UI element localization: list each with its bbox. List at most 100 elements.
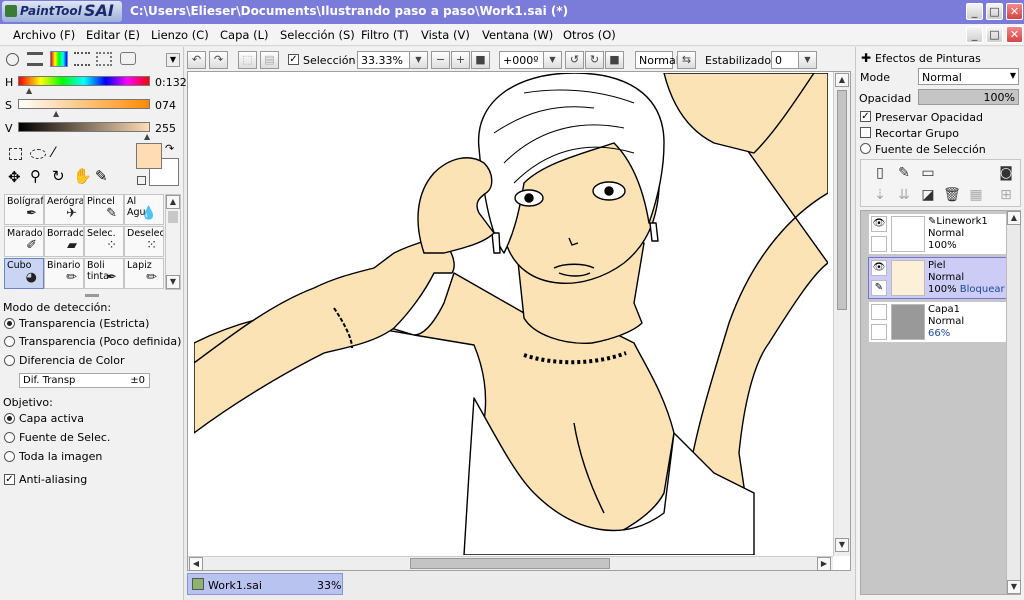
detection-color-label[interactable]: Diferencia de Color: [19, 354, 125, 367]
tool-scroll-thumb[interactable]: [168, 211, 178, 223]
hsv-slider-icon[interactable]: [50, 51, 68, 67]
blend-mode-field[interactable]: Normal: [635, 51, 679, 69]
panel-divider[interactable]: [85, 294, 99, 297]
v-slider[interactable]: [18, 122, 150, 132]
redo-button[interactable]: ↷: [209, 51, 228, 69]
selection-label[interactable]: Selección: [303, 54, 355, 67]
layer-visibility-icon[interactable]: 👁: [871, 216, 887, 232]
rect-select-icon[interactable]: [9, 148, 22, 160]
swatch-icon[interactable]: [74, 52, 90, 66]
tool-marador[interactable]: Marador ✐: [4, 226, 44, 257]
v-slider-thumb[interactable]: ▲: [144, 132, 150, 141]
merge-down-icon[interactable]: ⇊: [895, 186, 913, 204]
target-source-radio[interactable]: [4, 432, 15, 443]
detection-strict-label[interactable]: Transparencia (Estricta): [19, 317, 149, 330]
s-slider-thumb[interactable]: ▲: [53, 109, 59, 118]
layers-scroll-down[interactable]: ▼: [1007, 580, 1021, 594]
tool-scroll-up[interactable]: ▲: [166, 195, 180, 209]
move-icon[interactable]: ✥: [8, 168, 21, 186]
clear-layer-icon[interactable]: ◪: [919, 186, 937, 204]
canvas-area[interactable]: ▲ ▼ ◀ ▶: [187, 71, 851, 571]
tool-binario[interactable]: Binario ✏: [44, 258, 84, 289]
canvas-hscroll-thumb[interactable]: [410, 558, 610, 569]
tool-aerógraf[interactable]: Aerógraf ✈: [44, 194, 84, 225]
tool-borrador[interactable]: Borrador▰: [44, 226, 84, 257]
doc-minimize-button[interactable]: _: [966, 26, 983, 43]
layer-visibility-icon[interactable]: 👁: [871, 260, 887, 276]
canvas-hscrollbar[interactable]: ◀ ▶: [188, 556, 833, 571]
layer-linework1[interactable]: 👁 ✎Linework1 Normal 100%: [868, 213, 1008, 255]
tool-deselec[interactable]: Deselec. ⁙: [124, 226, 164, 257]
undo-button[interactable]: ↶: [187, 51, 206, 69]
h-slider-thumb[interactable]: ▲: [26, 86, 32, 95]
tool-bolígrafo[interactable]: Bolígrafo✒: [4, 194, 44, 225]
antialias-checkbox[interactable]: ✓: [4, 474, 15, 485]
tool-lapiz[interactable]: Lapiz ✏: [124, 258, 164, 289]
layers-scrollbar[interactable]: ▲ ▼: [1006, 211, 1021, 594]
apply-mask-icon[interactable]: ▦: [967, 186, 985, 204]
rotate-icon[interactable]: ↻: [52, 167, 65, 185]
target-active-label[interactable]: Capa activa: [19, 412, 84, 425]
preserve-opacity-checkbox[interactable]: ✓: [860, 111, 871, 122]
menu-seleccion[interactable]: Selección (S): [280, 28, 355, 42]
tone-icon[interactable]: [120, 52, 136, 65]
merge-visible-icon[interactable]: ⊞: [997, 186, 1015, 204]
doc-close-button[interactable]: ✕: [1006, 26, 1023, 43]
document-tab[interactable]: Work1.sai 33%: [187, 573, 343, 595]
lasso-icon[interactable]: [30, 149, 46, 159]
h-slider[interactable]: [18, 76, 150, 86]
selection-source-label[interactable]: Fuente de Selección: [875, 143, 986, 156]
primary-color-swatch[interactable]: [136, 143, 162, 169]
layer-visibility-toggle[interactable]: [871, 304, 887, 320]
tool-scrollbar[interactable]: ▲ ▼: [165, 194, 181, 290]
canvas-vscroll-thumb[interactable]: [837, 90, 847, 310]
layer-lock-toggle[interactable]: [871, 236, 887, 252]
target-image-radio[interactable]: [4, 451, 15, 462]
menu-otros[interactable]: Otros (O): [563, 28, 616, 42]
color-wheel-icon[interactable]: [6, 53, 19, 66]
zoom-icon[interactable]: ⚲: [30, 167, 41, 185]
layer-piel[interactable]: 👁 ✎ Piel Normal 100% Bloquear: [868, 257, 1008, 299]
menu-archivo[interactable]: Archivo (F): [13, 28, 75, 42]
scratchpad-icon[interactable]: [96, 52, 112, 66]
canvas-scroll-left[interactable]: ◀: [189, 557, 203, 571]
s-slider[interactable]: [18, 99, 150, 109]
transfer-down-icon[interactable]: ⇣: [871, 186, 889, 204]
menu-filtro[interactable]: Filtro (T): [361, 28, 409, 42]
zoom-reset-button[interactable]: ■: [471, 51, 490, 69]
layers-scroll-up[interactable]: ▲: [1007, 211, 1021, 225]
magic-wand-icon[interactable]: ⁄: [52, 145, 54, 161]
canvas-scroll-right[interactable]: ▶: [817, 557, 831, 571]
minimize-button[interactable]: _: [966, 3, 983, 20]
zoom-in-button[interactable]: +: [451, 51, 470, 69]
effects-expand-icon[interactable]: ✚: [861, 51, 871, 65]
layer-edit-icon[interactable]: ✎: [871, 280, 887, 296]
rgb-slider-icon[interactable]: [27, 52, 43, 66]
doc-maximize-button[interactable]: □: [986, 26, 1003, 43]
deselect-button[interactable]: ⬚: [238, 51, 257, 69]
tool-scroll-down[interactable]: ▼: [166, 275, 180, 289]
clip-group-label[interactable]: Recortar Grupo: [875, 127, 959, 140]
flip-button[interactable]: ⇆: [677, 51, 696, 69]
layer-capa1[interactable]: Capa1 Normal 66%: [868, 301, 1008, 343]
canvas-scroll-up[interactable]: ▲: [835, 73, 849, 87]
transparency-diff-field[interactable]: Dif. Transp ±0: [19, 373, 150, 388]
rotate-right-button[interactable]: ↻: [585, 51, 604, 69]
preserve-opacity-label[interactable]: Preservar Opacidad: [875, 111, 983, 124]
delete-layer-icon[interactable]: 🗑: [943, 186, 961, 204]
zoom-out-button[interactable]: −: [431, 51, 450, 69]
detection-strict-radio[interactable]: [4, 318, 15, 329]
target-source-label[interactable]: Fuente de Selec.: [19, 431, 110, 444]
menu-capa[interactable]: Capa (L): [220, 28, 268, 42]
selection-checkbox[interactable]: ✓: [288, 54, 299, 65]
tool-pincel[interactable]: Pincel ✎: [84, 194, 124, 225]
panel-menu-icon[interactable]: ▼: [166, 53, 180, 67]
menu-vista[interactable]: Vista (V): [421, 28, 470, 42]
target-active-radio[interactable]: [4, 413, 15, 424]
detection-loose-label[interactable]: Transparencia (Poco definida): [19, 335, 181, 348]
menu-lienzo[interactable]: Lienzo (C): [151, 28, 209, 42]
tool-selec[interactable]: Selec. ⁘: [84, 226, 124, 257]
selection-source-radio[interactable]: [860, 143, 871, 154]
hand-icon[interactable]: ✋: [73, 167, 92, 185]
clip-group-checkbox[interactable]: [860, 127, 871, 138]
